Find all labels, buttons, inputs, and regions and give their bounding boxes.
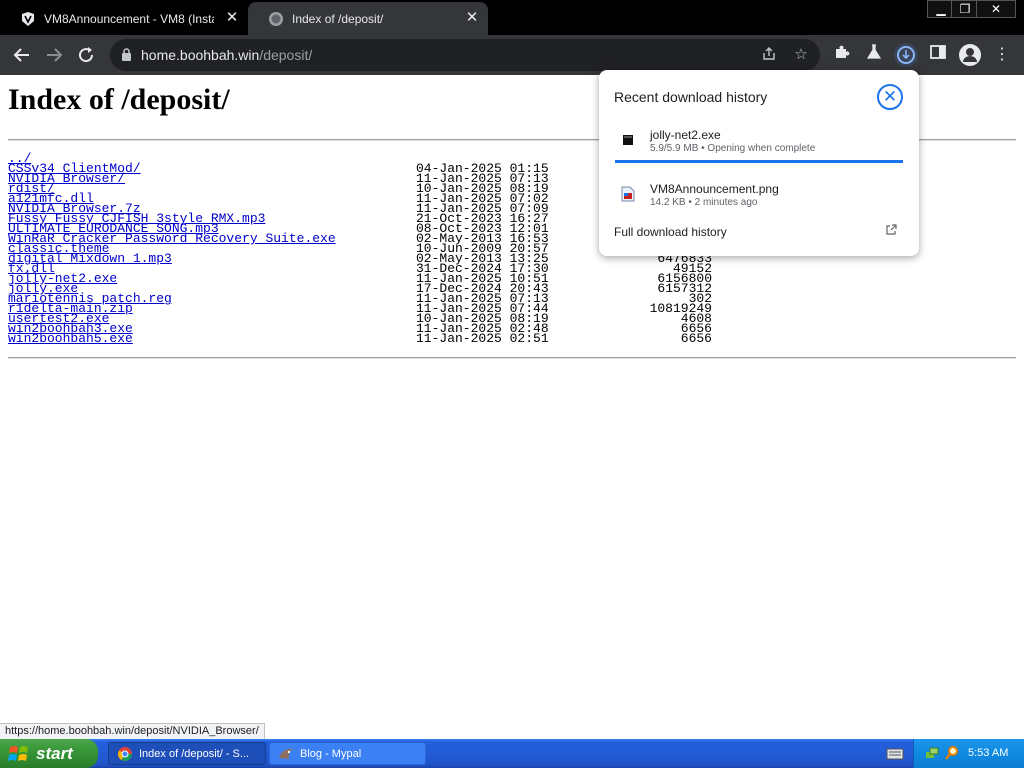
close-window-button[interactable]: ✕: [976, 0, 1016, 18]
clock: 5:53 AM: [968, 747, 1009, 759]
reload-button[interactable]: [74, 43, 98, 67]
reload-icon: [79, 47, 94, 63]
file-date: 11-Jan-2025 02:51: [416, 331, 549, 346]
start-label: start: [36, 743, 73, 763]
start-button[interactable]: start: [0, 739, 98, 768]
side-panel-icon[interactable]: [926, 43, 950, 67]
forward-arrow-icon: [47, 48, 63, 62]
url-text[interactable]: home.boohbah.win/deposit/: [141, 47, 312, 63]
tab-close-icon[interactable]: ✕: [224, 10, 240, 26]
download-bubble: Recent download history ✕ jolly-net2.exe…: [599, 70, 919, 256]
labs-flask-icon[interactable]: [862, 43, 886, 67]
taskbar-button-chrome[interactable]: Index of /deposit/ - S...: [108, 742, 266, 765]
lock-icon[interactable]: [121, 48, 132, 66]
link-status-url: https://home.boohbah.win/deposit/NVIDIA_…: [0, 723, 265, 739]
taskbar: start Index of /deposit/ - S... Blog - M…: [0, 739, 1024, 768]
taskbar-button-label: Index of /deposit/ - S...: [139, 747, 250, 760]
close-icon[interactable]: ✕: [877, 84, 903, 110]
download-status: 5.9/5.9 MB • Opening when complete: [650, 143, 816, 154]
full-download-history-link[interactable]: Full download history: [614, 225, 727, 239]
download-item[interactable]: VM8Announcement.png 14.2 KB • 2 minutes …: [599, 182, 919, 226]
download-progress-fill: [615, 160, 903, 163]
download-status: 14.2 KB • 2 minutes ago: [650, 197, 758, 208]
downloads-button[interactable]: [894, 43, 918, 67]
tab-index-of-deposit[interactable]: Index of /deposit/ ✕: [248, 2, 488, 35]
chrome-icon: [117, 746, 133, 762]
restore-button[interactable]: ❐: [951, 0, 979, 18]
mypal-icon: [278, 746, 294, 762]
browser-toolbar: home.boohbah.win/deposit/ ☆ ⋮: [0, 35, 1024, 75]
open-external-icon[interactable]: [885, 224, 899, 238]
back-arrow-icon: [13, 48, 29, 62]
bookmark-star-icon[interactable]: ☆: [792, 46, 810, 64]
download-bubble-title: Recent download history: [614, 89, 768, 105]
tab-vm8-announcement[interactable]: VM8Announcement - VM8 (Install A ✕: [0, 2, 248, 35]
tab-title: Index of /deposit/: [292, 11, 384, 26]
keyboard-icon[interactable]: [886, 745, 904, 761]
tab-strip: VM8Announcement - VM8 (Install A ✕ Index…: [0, 0, 1024, 35]
back-button[interactable]: [10, 43, 34, 67]
taskbar-button-mypal[interactable]: Blog - Mypal: [269, 742, 426, 765]
file-link[interactable]: win2boohbah5.exe: [8, 332, 133, 345]
profile-avatar-icon[interactable]: [958, 43, 982, 67]
network-icon[interactable]: [924, 745, 940, 766]
windows-flag-icon: [8, 744, 30, 764]
tab-title: VM8Announcement - VM8 (Install A: [44, 11, 214, 26]
extensions-puzzle-icon[interactable]: [830, 43, 854, 67]
page-title: Index of /deposit/: [8, 83, 230, 116]
taskbar-button-label: Blog - Mypal: [300, 747, 362, 760]
download-icon: [897, 46, 915, 64]
system-tray: 5:53 AM: [913, 739, 1024, 768]
more-menu-icon[interactable]: ⋮: [990, 43, 1014, 67]
address-bar[interactable]: home.boohbah.win/deposit/ ☆: [110, 39, 820, 71]
image-file-icon: [621, 186, 635, 202]
tab-close-icon[interactable]: ✕: [464, 10, 480, 26]
search-magnifier-icon[interactable]: [944, 745, 960, 766]
share-icon[interactable]: [760, 46, 778, 64]
download-filename: VM8Announcement.png: [650, 182, 779, 196]
download-item[interactable]: jolly-net2.exe 5.9/5.9 MB • Opening when…: [599, 128, 919, 172]
forward-button[interactable]: [42, 43, 66, 67]
download-filename: jolly-net2.exe: [650, 128, 721, 142]
file-size: 6656: [680, 331, 712, 346]
exe-file-icon: [621, 132, 635, 148]
vm8-logo-icon: [20, 11, 36, 27]
download-progress-bar: [615, 160, 903, 163]
divider: [8, 357, 1016, 359]
globe-icon: [268, 11, 284, 27]
